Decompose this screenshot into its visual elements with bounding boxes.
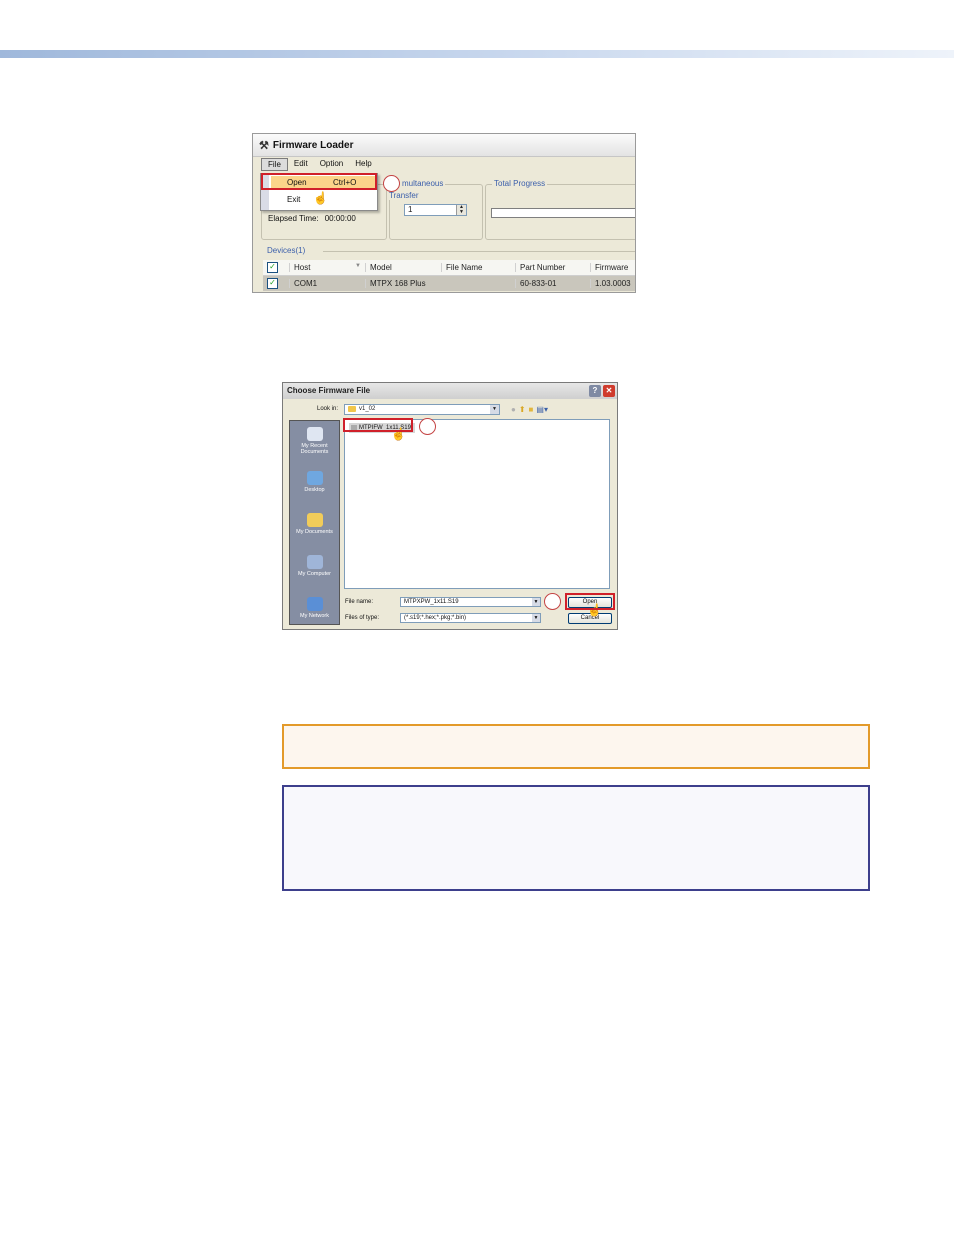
caution-box [282,724,870,769]
step-callout-circle [419,418,436,435]
cell-firmware: 1.03.0003 [590,279,635,288]
note-box [282,785,870,891]
folder-icon [348,406,356,412]
table-row[interactable]: ✓ COM1 MTPX 168 Plus 60-833-01 1.03.0003 [263,276,635,291]
chevron-down-icon[interactable]: ▼ [532,614,540,622]
sort-arrow-icon: ▼ [355,263,361,269]
column-part-number[interactable]: Part Number [515,263,590,272]
title-bar: ⚒ Firmware Loader [253,134,635,157]
elapsed-value: 00:00:00 [324,214,356,223]
hand-cursor-icon: ☝ [313,191,328,205]
header-select-all[interactable]: ✓ [263,262,289,273]
look-in-label: Look in: [317,406,339,412]
files-of-type-value: (*.s19;*.hex;*.pkg;*.bin) [404,615,467,621]
menu-option[interactable]: Option [314,158,350,171]
look-in-value: v1_02 [359,406,376,412]
chevron-down-icon[interactable]: ▼ [532,598,540,606]
file-name-value: MTPXPW_1x11.S19 [404,599,459,605]
column-host[interactable]: Host ▼ [289,263,365,272]
view-menu-icon[interactable]: ▤▾ [536,405,548,414]
place-my-network[interactable]: My Network [290,597,339,619]
place-my-documents[interactable]: My Documents [290,513,339,535]
cell-part-number: 60-833-01 [515,279,590,288]
open-highlight-box [261,173,377,190]
file-list: MTPIFW_1x11.S19 [344,419,610,589]
close-icon[interactable]: ✕ [603,385,615,397]
total-progress-label: Total Progress [492,179,548,188]
file-highlight-box [343,418,413,432]
files-of-type-select[interactable]: (*.s19;*.hex;*.pkg;*.bin) ▼ [400,613,541,623]
elapsed-time: Elapsed Time: 00:00:00 [268,214,356,223]
menu-help[interactable]: Help [349,158,377,171]
menu-item-exit-label: Exit [287,195,301,204]
menu-file[interactable]: File [261,158,288,171]
devices-divider [323,251,635,252]
column-file-name[interactable]: File Name [441,263,515,272]
window-title: Firmware Loader [272,139,354,151]
place-my-computer[interactable]: My Computer [290,555,339,577]
dialog-title-bar: Choose Firmware File ? ✕ [283,383,617,399]
column-firmware[interactable]: Firmware [590,263,635,272]
file-name-input[interactable]: MTPXPW_1x11.S19 ▼ [400,597,541,607]
open-button-highlight-box [565,593,615,610]
cell-host: COM1 [289,279,365,288]
checkbox-icon[interactable]: ✓ [267,262,278,273]
place-desktop[interactable]: Desktop [290,471,339,493]
devices-table: ✓ Host ▼ Model File Name Part Number Firm… [263,260,635,291]
total-progress-bar [491,208,635,218]
spin-arrows-icon[interactable]: ▲ ▼ [456,205,466,215]
page-header-bar [0,50,954,58]
transfer-label: Transfer [389,191,419,200]
my-network-icon [306,597,323,611]
desktop-icon [306,471,323,485]
table-header: ✓ Host ▼ Model File Name Part Number Firm… [263,260,635,276]
back-icon[interactable]: ● [511,405,516,414]
step-callout-circle [544,593,561,610]
look-in-combo[interactable]: v1_02 ▼ [344,404,500,415]
help-icon[interactable]: ? [589,385,601,397]
new-folder-icon[interactable]: ■ [529,405,534,414]
menu-bar: File Edit Option Help [261,158,378,171]
row-select[interactable]: ✓ [263,278,289,289]
transfer-count-spinner[interactable]: 1 ▲ ▼ [404,204,467,216]
column-model[interactable]: Model [365,263,441,272]
tools-icon: ⚒ [259,139,269,152]
recent-documents-icon [306,427,323,441]
my-documents-icon [306,513,323,527]
checkbox-icon[interactable]: ✓ [267,278,278,289]
place-recent[interactable]: My Recent Documents [290,427,339,455]
cell-model: MTPX 168 Plus [365,279,441,288]
devices-label: Devices(1) [267,246,306,255]
elapsed-label: Elapsed Time: [268,214,319,223]
chevron-down-icon[interactable]: ▼ [490,405,499,414]
files-of-type-label: Files of type: [345,615,380,621]
file-name-label: File name: [345,599,374,605]
places-bar: My Recent Documents Desktop My Documents… [289,420,340,625]
dialog-title: Choose Firmware File [287,386,371,395]
menu-edit[interactable]: Edit [288,158,314,171]
dialog-toolbar: ● ⬆ ■ ▤▾ [511,405,548,414]
transfer-count-value: 1 [408,205,413,214]
firmware-loader-window: ⚒ Firmware Loader File Edit Option Help … [252,133,636,293]
simultaneous-label: multaneous [400,179,446,188]
my-computer-icon [306,555,323,569]
step-callout-circle [383,175,400,192]
up-folder-icon[interactable]: ⬆ [519,405,526,414]
